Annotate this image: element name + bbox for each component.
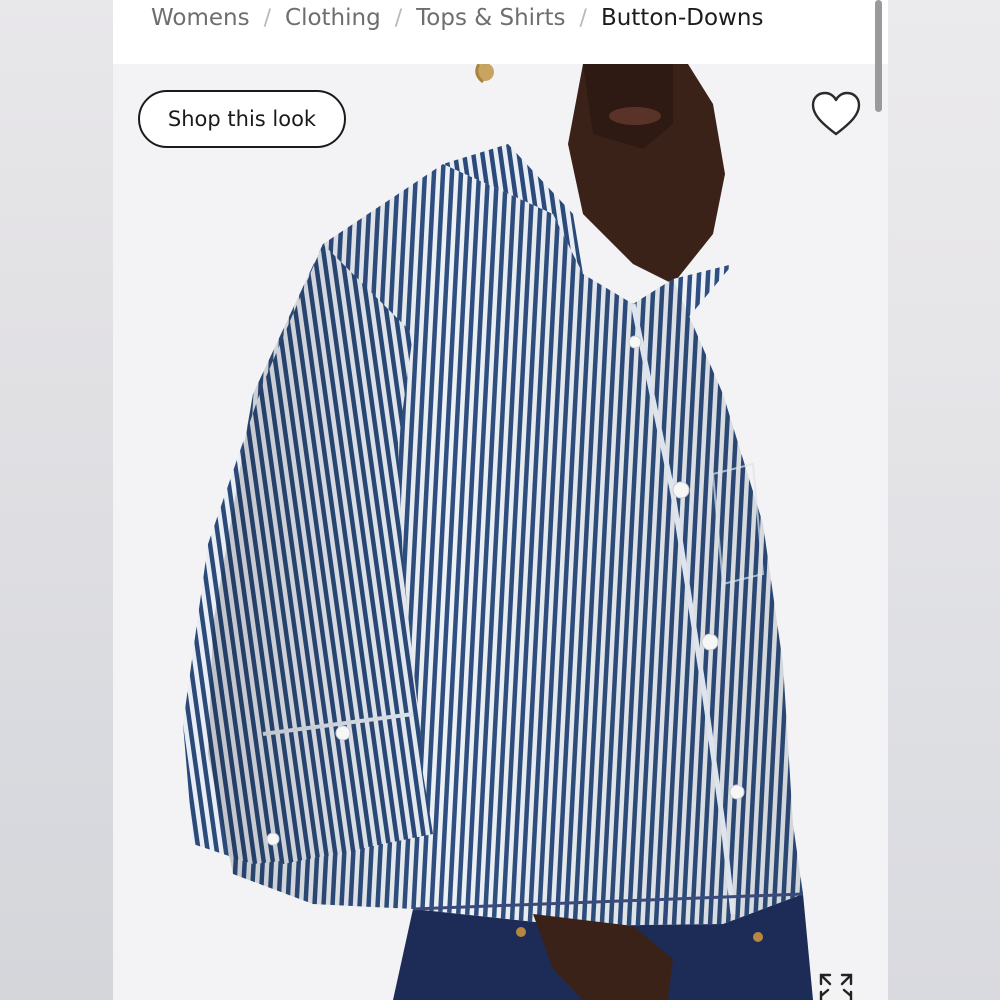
breadcrumb-item-button-downs[interactable]: Button-Downs xyxy=(601,5,764,31)
blurred-left-margin xyxy=(0,0,113,1000)
shirt-button xyxy=(672,481,690,499)
product-photo[interactable] xyxy=(113,64,888,1000)
scrollbar[interactable] xyxy=(875,0,882,112)
shop-this-look-button[interactable]: Shop this look xyxy=(138,90,346,148)
breadcrumb-item-womens[interactable]: Womens xyxy=(151,5,250,31)
breadcrumb: Womens / Clothing / Tops & Shirts / Butt… xyxy=(151,5,763,31)
product-page: Womens / Clothing / Tops & Shirts / Butt… xyxy=(113,0,888,1000)
expand-image-button[interactable] xyxy=(818,972,854,1000)
shirt-button xyxy=(335,725,351,741)
breadcrumb-bar: Womens / Clothing / Tops & Shirts / Butt… xyxy=(113,0,888,64)
breadcrumb-separator: / xyxy=(579,5,587,31)
shirt-button xyxy=(266,832,280,846)
breadcrumb-item-tops-shirts[interactable]: Tops & Shirts xyxy=(416,5,565,31)
blurred-right-margin xyxy=(888,0,1000,1000)
expand-icon xyxy=(819,973,853,1000)
favorite-button[interactable] xyxy=(810,90,862,142)
breadcrumb-separator: / xyxy=(263,5,272,31)
shirt-button xyxy=(729,784,745,800)
shirt-button xyxy=(701,633,719,651)
breadcrumb-separator: / xyxy=(394,5,403,31)
screenshot: Womens / Clothing / Tops & Shirts / Butt… xyxy=(0,0,1000,1000)
breadcrumb-item-clothing[interactable]: Clothing xyxy=(285,5,381,31)
shirt-button xyxy=(628,335,642,349)
heart-icon xyxy=(811,91,861,136)
